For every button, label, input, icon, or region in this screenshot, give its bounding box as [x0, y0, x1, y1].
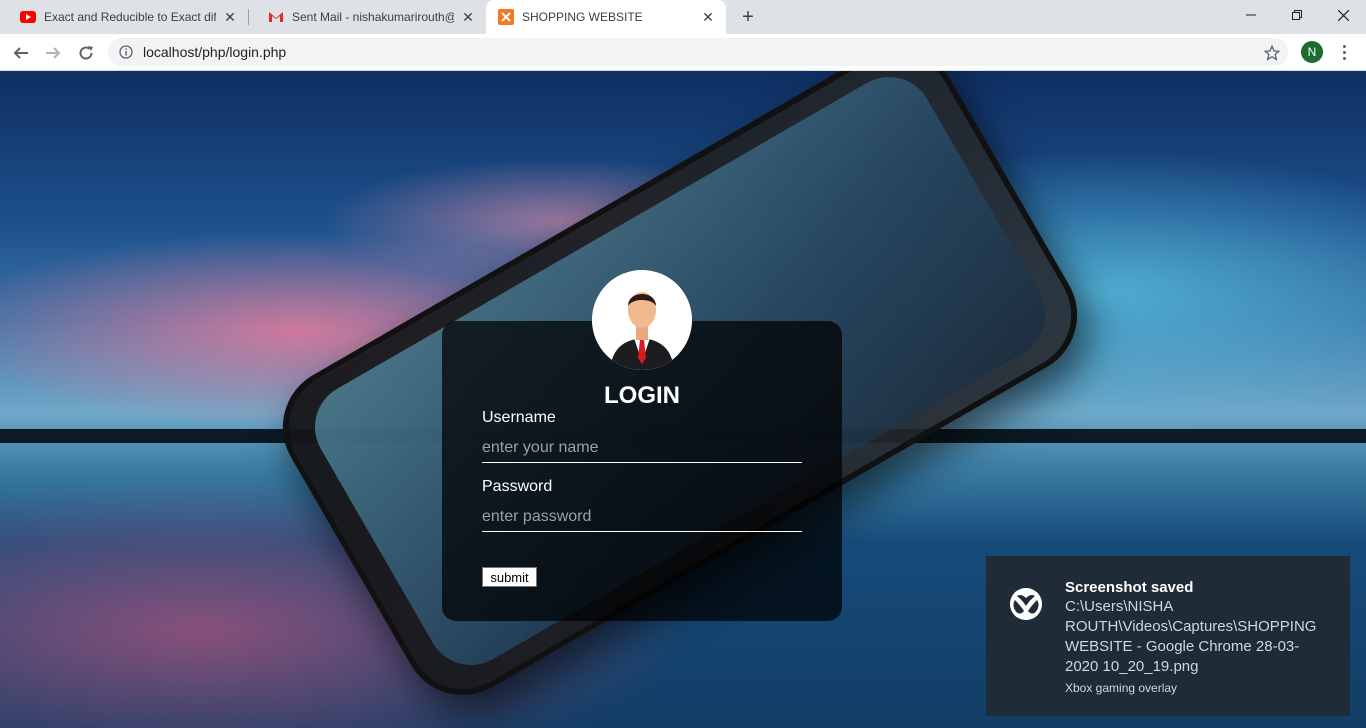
close-icon[interactable]: ✕ — [222, 9, 238, 25]
tab-title: SHOPPING WEBSITE — [522, 10, 643, 24]
tab-title: Sent Mail - nishakumarirouth@gm — [292, 10, 454, 24]
address-bar[interactable]: localhost/php/login.php — [108, 38, 1288, 66]
username-label: Username — [482, 409, 556, 426]
password-label: Password — [482, 478, 553, 495]
back-button[interactable] — [8, 40, 34, 66]
xbox-icon — [1010, 588, 1042, 620]
bookmark-star-icon[interactable] — [1262, 43, 1282, 63]
forward-button[interactable] — [40, 40, 66, 66]
tab-strip: Exact and Reducible to Exact diffe ✕ Sen… — [0, 0, 1366, 34]
tab-shopping-website[interactable]: SHOPPING WEBSITE ✕ — [486, 0, 726, 34]
browser-toolbar: localhost/php/login.php N — [0, 34, 1366, 71]
tab-youtube[interactable]: Exact and Reducible to Exact diffe ✕ — [0, 0, 248, 34]
browser-menu-icon[interactable] — [1336, 42, 1352, 62]
username-input[interactable] — [482, 433, 802, 463]
close-icon[interactable]: ✕ — [700, 9, 716, 25]
url-text: localhost/php/login.php — [143, 44, 287, 60]
close-icon[interactable]: ✕ — [460, 9, 476, 25]
submit-button[interactable]: submit — [482, 567, 537, 587]
reload-button[interactable] — [73, 40, 99, 66]
info-icon[interactable] — [118, 44, 134, 60]
tab-gmail[interactable]: Sent Mail - nishakumarirouth@gm ✕ — [248, 0, 486, 34]
password-input[interactable] — [482, 502, 802, 532]
gmail-icon — [268, 9, 284, 25]
profile-avatar[interactable]: N — [1301, 41, 1323, 63]
toast-source: Xbox gaming overlay — [1065, 681, 1178, 695]
close-window-button[interactable] — [1320, 0, 1366, 30]
minimize-button[interactable] — [1228, 0, 1274, 30]
new-tab-button[interactable]: + — [736, 5, 760, 29]
login-title: LOGIN — [604, 382, 680, 409]
back-arrow-icon — [13, 47, 28, 59]
screenshot-saved-toast[interactable]: Screenshot saved C:\Users\NISHA ROUTH\Vi… — [986, 556, 1350, 716]
toast-title: Screenshot saved — [1065, 579, 1194, 596]
forward-arrow-icon — [46, 47, 61, 59]
tab-title: Exact and Reducible to Exact diffe — [44, 10, 216, 24]
toast-body: C:\Users\NISHA ROUTH\Videos\Captures\SHO… — [1065, 598, 1317, 675]
xampp-icon — [498, 9, 514, 25]
restore-button[interactable] — [1274, 0, 1320, 30]
youtube-icon — [20, 9, 36, 25]
reload-icon — [79, 46, 93, 60]
user-avatar-icon — [592, 270, 692, 370]
